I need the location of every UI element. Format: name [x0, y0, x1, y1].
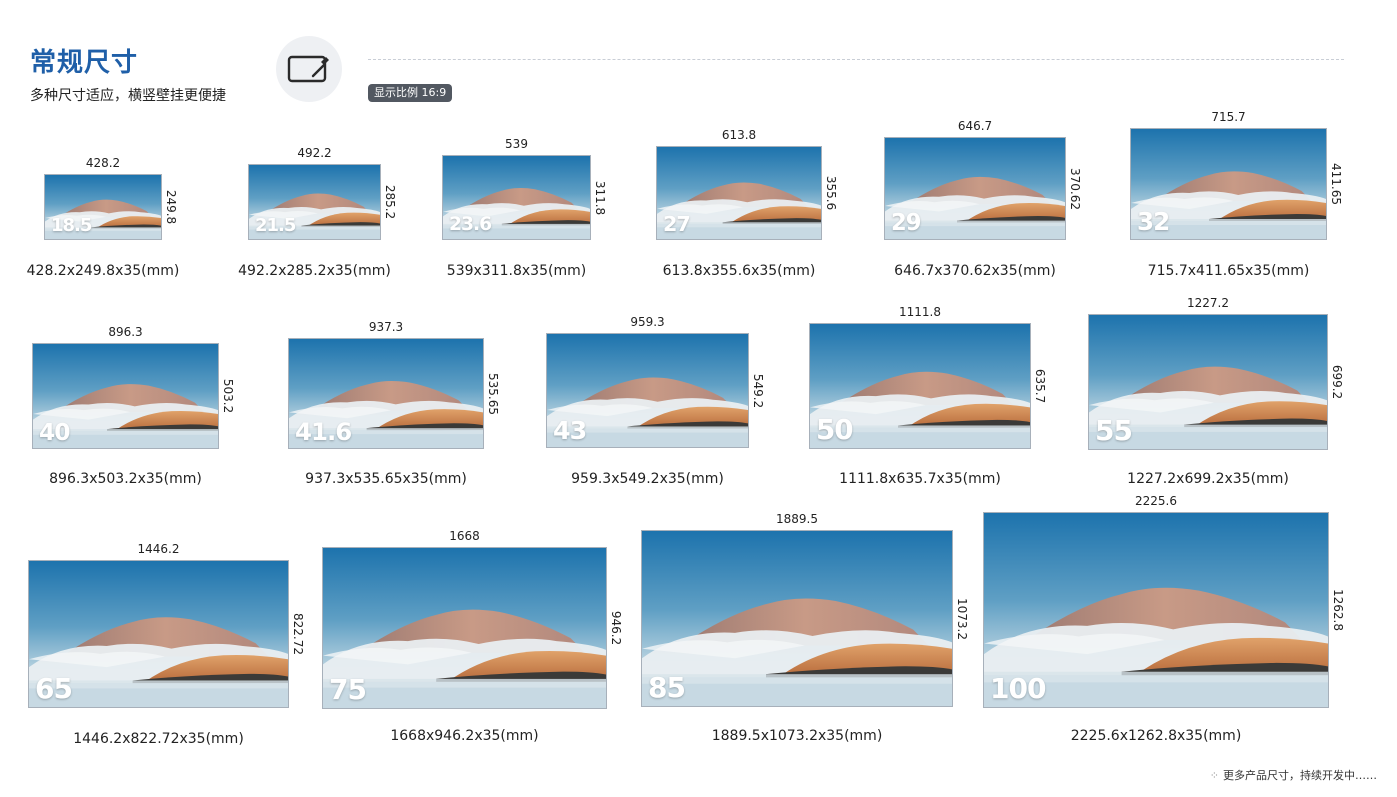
- page-subtitle: 多种尺寸适应，横竖壁挂更便捷: [30, 88, 226, 104]
- screen-preview: 21.5: [248, 164, 381, 240]
- screen-size-number: 43: [553, 415, 587, 445]
- screen-size-card: 492.2 21.5 285.2 492.2x285.2x35(mm): [238, 146, 397, 279]
- screen-preview: 32: [1130, 128, 1327, 240]
- screen-preview: 18.5: [44, 174, 162, 240]
- screen-size-card: 428.2 18.5 249.8 428.2x249.8x35(mm): [27, 156, 180, 279]
- width-dimension-label: 1446.2: [137, 542, 180, 556]
- ratio-badge: 显示比例 16:9: [368, 84, 453, 102]
- height-dimension-label: 285.2: [383, 184, 397, 220]
- screen-preview: 75: [322, 547, 607, 709]
- sparkle-icon: ⁘: [1209, 769, 1219, 782]
- height-dimension-label: 411.65: [1329, 163, 1343, 205]
- width-dimension-label: 1111.8: [899, 305, 941, 319]
- screen-size-number: 21.5: [255, 215, 296, 236]
- screen-size-number: 32: [1137, 207, 1170, 237]
- height-dimension-label: 1262.8: [1331, 589, 1345, 631]
- height-dimension-label: 503.2: [221, 378, 235, 414]
- screen-size-card: 613.8 27 355.6 613.8x355.6x35(mm): [656, 128, 838, 279]
- height-dimension-label: 822.72: [291, 613, 305, 655]
- dimension-caption: 1227.2x699.2x35(mm): [1127, 471, 1289, 487]
- width-dimension-label: 1889.5: [776, 512, 818, 526]
- height-dimension-label: 355.6: [824, 175, 838, 211]
- width-dimension-label: 428.2: [85, 156, 121, 170]
- height-dimension-label: 535.65: [486, 372, 500, 415]
- dimension-caption: 715.7x411.65x35(mm): [1147, 263, 1310, 279]
- screen-size-card: 959.3 43 549.2 959.3x549.2x35(mm): [546, 315, 765, 487]
- screen-size-card: 1227.2 55 699.2 1227.2x699.2x35(mm): [1088, 296, 1344, 487]
- height-dimension-label: 311.8: [593, 180, 607, 215]
- screen-size-number: 41.6: [295, 416, 352, 446]
- screen-size-card: 1446.2 65 822.72 1446.2x822.72x35(mm): [28, 542, 305, 747]
- screen-preview: 50: [809, 323, 1031, 449]
- screen-size-card: 539 23.6 311.8 539x311.8x35(mm): [442, 137, 607, 279]
- width-dimension-label: 539: [505, 137, 528, 151]
- more-sizes-text: 更多产品尺寸，持续开发中……: [1223, 769, 1377, 782]
- width-dimension-label: 1668: [449, 529, 480, 543]
- screen-preview: 100: [983, 512, 1329, 708]
- screen-size-card: 896.3 40 503.2 896.3x503.2x35(mm): [32, 325, 235, 487]
- screen-size-card: 646.7 29 370.62 646.7x370.62x35(mm): [884, 119, 1082, 279]
- width-dimension-label: 715.7: [1211, 110, 1246, 124]
- height-dimension-label: 946.2: [609, 610, 623, 646]
- tablet-pen-icon: [276, 36, 342, 102]
- screen-preview: 43: [546, 333, 749, 448]
- screen-preview: 85: [641, 530, 953, 707]
- width-dimension-label: 646.7: [957, 119, 993, 133]
- dimension-caption: 2225.6x1262.8x35(mm): [1070, 728, 1242, 744]
- width-dimension-label: 613.8: [721, 128, 757, 142]
- screen-size-number: 100: [990, 672, 1046, 705]
- screen-size-number: 65: [35, 672, 73, 705]
- screen-preview: 40: [32, 343, 219, 449]
- screen-preview: 55: [1088, 314, 1328, 450]
- screen-size-number: 18.5: [51, 215, 92, 236]
- width-dimension-label: 896.3: [108, 325, 143, 339]
- screen-size-number: 40: [39, 418, 70, 446]
- width-dimension-label: 937.3: [368, 320, 404, 334]
- screen-size-number: 50: [816, 413, 854, 447]
- width-dimension-label: 959.3: [630, 315, 665, 329]
- screen-size-card: 715.7 32 411.65 715.7x411.65x35(mm): [1130, 110, 1343, 279]
- width-dimension-label: 492.2: [297, 146, 332, 160]
- height-dimension-label: 370.62: [1068, 167, 1082, 210]
- screen-size-number: 55: [1095, 414, 1133, 447]
- screen-size-card: 1111.8 50 635.7 1111.8x635.7x35(mm): [809, 305, 1047, 487]
- screen-size-number: 23.6: [449, 214, 492, 236]
- screen-preview: 29: [884, 137, 1066, 240]
- width-dimension-label: 2225.6: [1135, 494, 1177, 508]
- height-dimension-label: 699.2: [1330, 364, 1344, 400]
- screen-size-number: 27: [663, 212, 691, 237]
- mountain-landscape-image: [642, 531, 952, 706]
- height-dimension-label: 249.8: [164, 189, 178, 225]
- width-dimension-label: 1227.2: [1187, 296, 1229, 310]
- screen-size-card: 1889.5 85 1073.2 1889.5x1073.2x35(mm): [641, 512, 969, 744]
- screen-preview: 27: [656, 146, 822, 240]
- screen-size-number: 29: [891, 210, 922, 237]
- screen-size-card: 1668 75 946.2 1668x946.2x35(mm): [322, 529, 623, 744]
- screen-size-number: 75: [329, 673, 367, 706]
- screen-preview: 65: [28, 560, 289, 708]
- page-title: 常规尺寸: [30, 48, 139, 78]
- height-dimension-label: 635.7: [1033, 368, 1047, 404]
- screen-size-card: 937.3 41.6 535.65 937.3x535.65x35(mm): [288, 320, 500, 487]
- height-dimension-label: 549.2: [751, 373, 765, 408]
- screen-size-card: 2225.6 100 1262.8 2225.6x1262.8x35(mm): [983, 494, 1345, 744]
- header-divider: [368, 59, 1344, 60]
- screen-preview: 23.6: [442, 155, 591, 240]
- more-sizes-note: ⁘ 更多产品尺寸，持续开发中……: [1210, 767, 1377, 783]
- height-dimension-label: 1073.2: [955, 597, 969, 640]
- screen-size-number: 85: [648, 671, 686, 704]
- screen-preview: 41.6: [288, 338, 484, 449]
